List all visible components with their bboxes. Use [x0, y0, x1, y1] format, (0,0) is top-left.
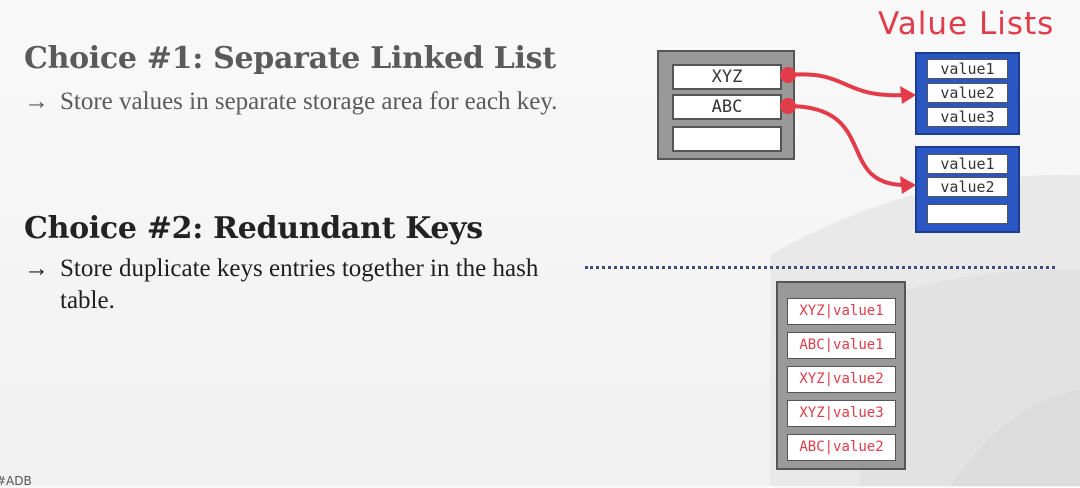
hash-slot-empty — [672, 126, 782, 152]
redundant-keys-table: XYZ|value1 ABC|value1 XYZ|value2 XYZ|val… — [776, 281, 906, 470]
value-list-cell: value2 — [927, 83, 1008, 103]
redundant-entry: XYZ|value2 — [787, 366, 896, 393]
bullet-arrow-icon: → — [24, 255, 49, 282]
redundant-entry: ABC|value1 — [787, 332, 896, 359]
value-lists-title: Value Lists — [878, 6, 1055, 42]
section-divider — [585, 266, 1055, 269]
redundant-entry: ABC|value2 — [787, 434, 896, 461]
value-list-cell: value2 — [927, 177, 1008, 197]
bullet-arrow-icon: → — [24, 88, 49, 115]
value-list-cell — [927, 204, 1008, 224]
hash-slot-abc: ABC — [672, 94, 782, 120]
choice2-bullet: → Store duplicate keys entries together … — [24, 253, 584, 317]
value-list-cell: value1 — [927, 154, 1008, 174]
choice1-bullet: → Store values in separate storage area … — [24, 86, 584, 118]
value-list-abc: value1 value2 — [915, 146, 1020, 233]
hash-table: XYZ ABC — [657, 50, 795, 160]
value-list-cell: value3 — [927, 107, 1008, 127]
choice2-heading: Choice #2: Redundant Keys — [24, 211, 483, 246]
choice1-bullet-text: Store values in separate storage area fo… — [60, 88, 558, 115]
value-list-xyz: value1 value2 value3 — [915, 52, 1020, 135]
redundant-entry: XYZ|value1 — [787, 298, 896, 325]
hash-slot-xyz: XYZ — [672, 64, 782, 90]
choice1-heading: Choice #1: Separate Linked List — [24, 41, 556, 76]
choice2-bullet-text: Store duplicate keys entries together in… — [60, 255, 539, 314]
value-list-cell: value1 — [927, 59, 1008, 79]
redundant-entry: XYZ|value3 — [787, 400, 896, 427]
